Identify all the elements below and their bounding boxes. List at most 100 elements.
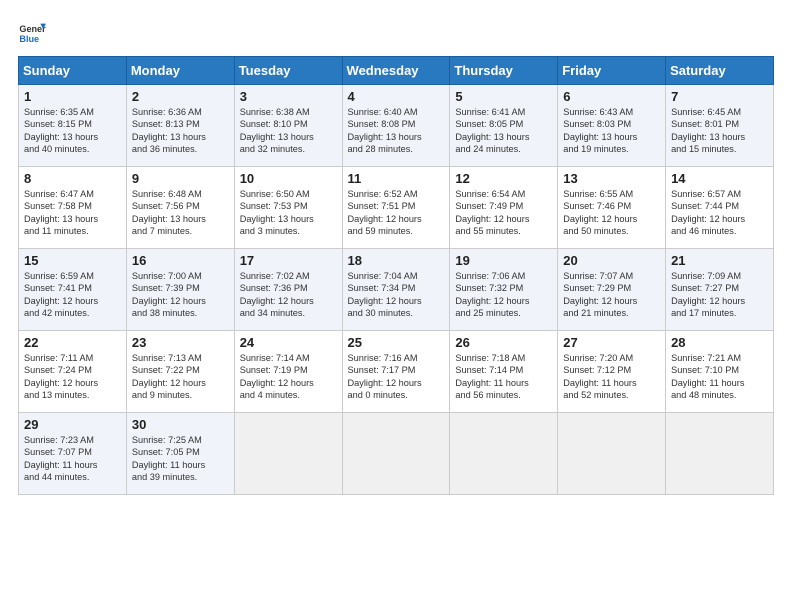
calendar-day-cell: 30 Sunrise: 7:25 AM Sunset: 7:05 PM Dayli…: [126, 413, 234, 495]
day-number: 23: [132, 335, 229, 350]
day-info-text: Sunrise: 7:14 AM Sunset: 7:19 PM Dayligh…: [240, 352, 337, 402]
empty-cell: [234, 413, 342, 495]
calendar-day-cell: 5 Sunrise: 6:41 AM Sunset: 8:05 PM Daylig…: [450, 85, 558, 167]
day-number: 24: [240, 335, 337, 350]
calendar-day-cell: 13 Sunrise: 6:55 AM Sunset: 7:46 PM Dayli…: [558, 167, 666, 249]
day-info-text: Sunrise: 7:04 AM Sunset: 7:34 PM Dayligh…: [348, 270, 445, 320]
day-info-text: Sunrise: 6:38 AM Sunset: 8:10 PM Dayligh…: [240, 106, 337, 156]
day-number: 1: [24, 89, 121, 104]
day-number: 2: [132, 89, 229, 104]
calendar-page: General Blue SundayMondayTuesdayWednesda…: [0, 0, 792, 612]
calendar-day-cell: 16 Sunrise: 7:00 AM Sunset: 7:39 PM Dayli…: [126, 249, 234, 331]
calendar-day-cell: 4 Sunrise: 6:40 AM Sunset: 8:08 PM Daylig…: [342, 85, 450, 167]
weekday-header-tuesday: Tuesday: [234, 57, 342, 85]
weekday-header-monday: Monday: [126, 57, 234, 85]
day-info-text: Sunrise: 7:02 AM Sunset: 7:36 PM Dayligh…: [240, 270, 337, 320]
calendar-day-cell: 24 Sunrise: 7:14 AM Sunset: 7:19 PM Dayli…: [234, 331, 342, 413]
day-number: 22: [24, 335, 121, 350]
day-info-text: Sunrise: 6:41 AM Sunset: 8:05 PM Dayligh…: [455, 106, 552, 156]
day-info-text: Sunrise: 6:50 AM Sunset: 7:53 PM Dayligh…: [240, 188, 337, 238]
calendar-day-cell: 14Sunrise: 6:57 AM Sunset: 7:44 PM Dayli…: [666, 167, 774, 249]
calendar-day-cell: 6 Sunrise: 6:43 AM Sunset: 8:03 PM Daylig…: [558, 85, 666, 167]
day-info-text: Sunrise: 6:43 AM Sunset: 8:03 PM Dayligh…: [563, 106, 660, 156]
weekday-header-saturday: Saturday: [666, 57, 774, 85]
calendar-day-cell: 12 Sunrise: 6:54 AM Sunset: 7:49 PM Dayli…: [450, 167, 558, 249]
weekday-header-thursday: Thursday: [450, 57, 558, 85]
day-number: 7: [671, 89, 768, 104]
calendar-day-cell: 23Sunrise: 7:13 AM Sunset: 7:22 PM Dayli…: [126, 331, 234, 413]
calendar-day-cell: 10 Sunrise: 6:50 AM Sunset: 7:53 PM Dayli…: [234, 167, 342, 249]
svg-text:Blue: Blue: [19, 34, 39, 44]
day-number: 21: [671, 253, 768, 268]
day-info-text: Sunrise: 6:35 AM Sunset: 8:15 PM Dayligh…: [24, 106, 121, 156]
calendar-day-cell: 27Sunrise: 7:20 AM Sunset: 7:12 PM Dayli…: [558, 331, 666, 413]
day-number: 30: [132, 417, 229, 432]
weekday-header-row: SundayMondayTuesdayWednesdayThursdayFrid…: [19, 57, 774, 85]
calendar-day-cell: 2 Sunrise: 6:36 AM Sunset: 8:13 PM Daylig…: [126, 85, 234, 167]
day-info-text: Sunrise: 7:00 AM Sunset: 7:39 PM Dayligh…: [132, 270, 229, 320]
day-number: 20: [563, 253, 660, 268]
day-number: 5: [455, 89, 552, 104]
day-number: 16: [132, 253, 229, 268]
weekday-header-sunday: Sunday: [19, 57, 127, 85]
calendar-week-row: 29 Sunrise: 7:23 AM Sunset: 7:07 PM Dayli…: [19, 413, 774, 495]
calendar-day-cell: 29 Sunrise: 7:23 AM Sunset: 7:07 PM Dayli…: [19, 413, 127, 495]
day-number: 12: [455, 171, 552, 186]
day-number: 11: [348, 171, 445, 186]
empty-cell: [342, 413, 450, 495]
day-number: 4: [348, 89, 445, 104]
day-info-text: Sunrise: 7:20 AM Sunset: 7:12 PM Dayligh…: [563, 352, 660, 402]
day-number: 28: [671, 335, 768, 350]
day-info-text: Sunrise: 7:11 AM Sunset: 7:24 PM Dayligh…: [24, 352, 121, 402]
calendar-day-cell: 26 Sunrise: 7:18 AM Sunset: 7:14 PM Dayli…: [450, 331, 558, 413]
empty-cell: [666, 413, 774, 495]
day-info-text: Sunrise: 6:45 AM Sunset: 8:01 PM Dayligh…: [671, 106, 768, 156]
day-number: 9: [132, 171, 229, 186]
day-info-text: Sunrise: 6:40 AM Sunset: 8:08 PM Dayligh…: [348, 106, 445, 156]
day-number: 3: [240, 89, 337, 104]
day-info-text: Sunrise: 6:47 AM Sunset: 7:58 PM Dayligh…: [24, 188, 121, 238]
calendar-day-cell: 21Sunrise: 7:09 AM Sunset: 7:27 PM Dayli…: [666, 249, 774, 331]
day-number: 10: [240, 171, 337, 186]
day-info-text: Sunrise: 7:18 AM Sunset: 7:14 PM Dayligh…: [455, 352, 552, 402]
day-number: 15: [24, 253, 121, 268]
day-info-text: Sunrise: 7:23 AM Sunset: 7:07 PM Dayligh…: [24, 434, 121, 484]
empty-cell: [558, 413, 666, 495]
calendar-day-cell: 1 Sunrise: 6:35 AM Sunset: 8:15 PM Daylig…: [19, 85, 127, 167]
weekday-header-friday: Friday: [558, 57, 666, 85]
header: General Blue: [18, 18, 774, 46]
day-number: 19: [455, 253, 552, 268]
day-info-text: Sunrise: 6:54 AM Sunset: 7:49 PM Dayligh…: [455, 188, 552, 238]
day-number: 17: [240, 253, 337, 268]
calendar-day-cell: 17 Sunrise: 7:02 AM Sunset: 7:36 PM Dayli…: [234, 249, 342, 331]
day-number: 18: [348, 253, 445, 268]
empty-cell: [450, 413, 558, 495]
calendar-day-cell: 28Sunrise: 7:21 AM Sunset: 7:10 PM Dayli…: [666, 331, 774, 413]
day-info-text: Sunrise: 6:48 AM Sunset: 7:56 PM Dayligh…: [132, 188, 229, 238]
day-number: 29: [24, 417, 121, 432]
day-number: 6: [563, 89, 660, 104]
calendar-week-row: 1 Sunrise: 6:35 AM Sunset: 8:15 PM Daylig…: [19, 85, 774, 167]
calendar-day-cell: 11 Sunrise: 6:52 AM Sunset: 7:51 PM Dayli…: [342, 167, 450, 249]
day-number: 25: [348, 335, 445, 350]
day-number: 13: [563, 171, 660, 186]
day-number: 26: [455, 335, 552, 350]
day-info-text: Sunrise: 6:52 AM Sunset: 7:51 PM Dayligh…: [348, 188, 445, 238]
calendar-table: SundayMondayTuesdayWednesdayThursdayFrid…: [18, 56, 774, 495]
day-info-text: Sunrise: 6:59 AM Sunset: 7:41 PM Dayligh…: [24, 270, 121, 320]
calendar-day-cell: 3 Sunrise: 6:38 AM Sunset: 8:10 PM Daylig…: [234, 85, 342, 167]
weekday-header-wednesday: Wednesday: [342, 57, 450, 85]
calendar-day-cell: 20 Sunrise: 7:07 AM Sunset: 7:29 PM Dayli…: [558, 249, 666, 331]
calendar-day-cell: 7 Sunrise: 6:45 AM Sunset: 8:01 PM Daylig…: [666, 85, 774, 167]
day-info-text: Sunrise: 6:36 AM Sunset: 8:13 PM Dayligh…: [132, 106, 229, 156]
day-info-text: Sunrise: 7:07 AM Sunset: 7:29 PM Dayligh…: [563, 270, 660, 320]
calendar-week-row: 22 Sunrise: 7:11 AM Sunset: 7:24 PM Dayli…: [19, 331, 774, 413]
calendar-week-row: 15 Sunrise: 6:59 AM Sunset: 7:41 PM Dayli…: [19, 249, 774, 331]
calendar-day-cell: 18 Sunrise: 7:04 AM Sunset: 7:34 PM Dayli…: [342, 249, 450, 331]
day-number: 8: [24, 171, 121, 186]
calendar-day-cell: 22 Sunrise: 7:11 AM Sunset: 7:24 PM Dayli…: [19, 331, 127, 413]
calendar-day-cell: 15 Sunrise: 6:59 AM Sunset: 7:41 PM Dayli…: [19, 249, 127, 331]
day-info-text: Sunrise: 6:55 AM Sunset: 7:46 PM Dayligh…: [563, 188, 660, 238]
day-info-text: Sunrise: 7:25 AM Sunset: 7:05 PM Dayligh…: [132, 434, 229, 484]
calendar-day-cell: 9 Sunrise: 6:48 AM Sunset: 7:56 PM Daylig…: [126, 167, 234, 249]
